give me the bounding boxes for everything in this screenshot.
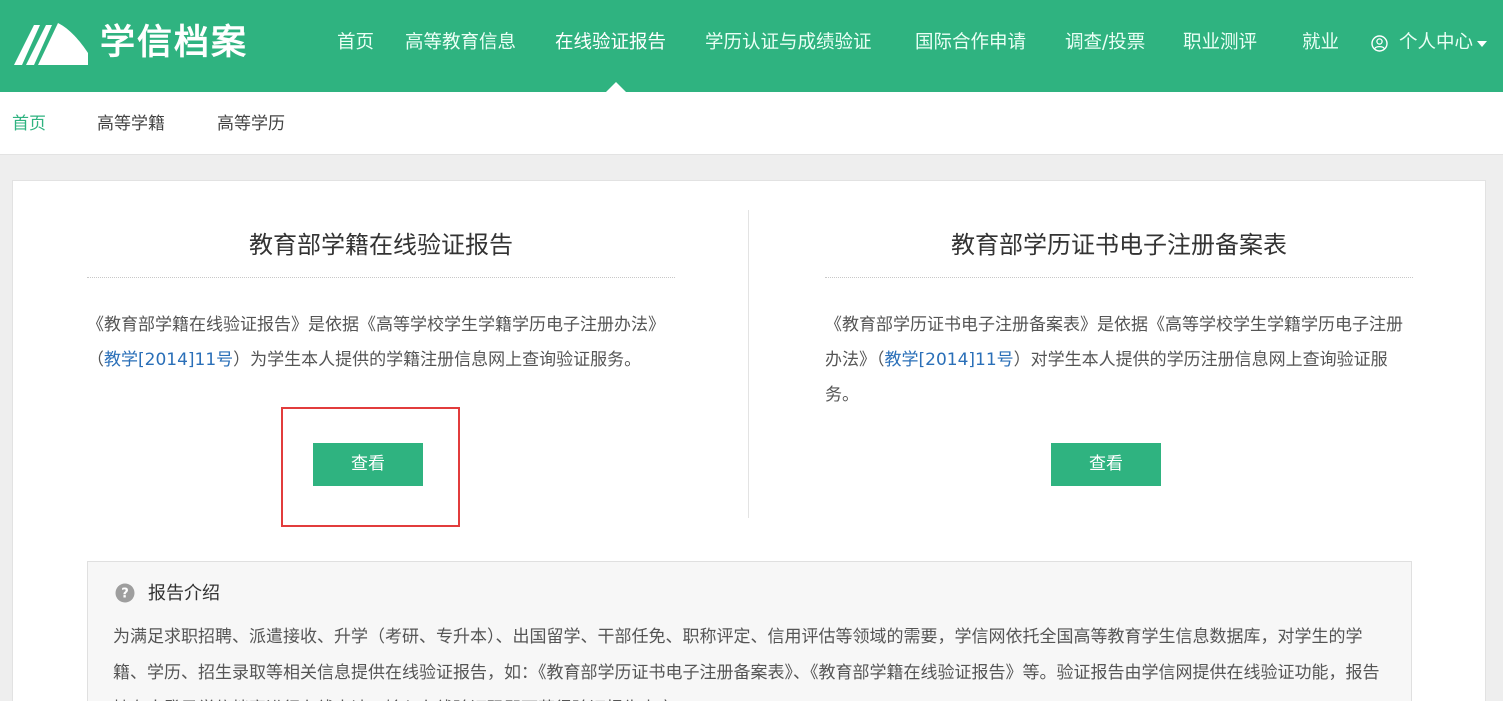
nav-item-home[interactable]: 首页 [337, 30, 374, 56]
nav-item-degree-certification[interactable]: 学历认证与成绩验证 [705, 30, 872, 56]
logo-icon [14, 23, 88, 65]
highlight-box [281, 407, 460, 527]
nav-item-online-verification[interactable]: 在线验证报告 [555, 30, 666, 56]
nav-item-career-test[interactable]: 职业测评 [1183, 30, 1257, 56]
regulation-link[interactable]: 教学[2014]11号 [104, 350, 233, 370]
desc-text: ）为学生本人提供的学籍注册信息网上查询验证服务。 [233, 350, 642, 370]
user-circle-icon [1371, 35, 1388, 52]
regulation-link[interactable]: 教学[2014]11号 [885, 350, 1014, 370]
panel-title-student-status-report: 教育部学籍在线验证报告 [249, 231, 513, 259]
logo[interactable]: 学信档案 [12, 18, 248, 68]
view-degree-registration-button[interactable]: 查看 [1051, 443, 1161, 486]
intro-body: 为满足求职招聘、派遣接收、升学（考研、专升本）、出国留学、干部任免、职称评定、信… [113, 627, 1380, 701]
subnav-item-home[interactable]: 首页 [12, 112, 46, 136]
sub-nav: 首页 高等学籍 高等学历 [0, 92, 1503, 155]
logo-text: 学信档案 [100, 23, 249, 63]
intro-title: 报告介绍 [148, 583, 220, 604]
subnav-item-degree[interactable]: 高等学历 [217, 112, 285, 136]
subnav-item-student-status[interactable]: 高等学籍 [97, 112, 165, 136]
svg-text:?: ? [121, 587, 129, 602]
nav-item-international[interactable]: 国际合作申请 [915, 30, 1026, 56]
question-circle-icon: ? [115, 583, 135, 603]
user-menu[interactable]: 个人中心 [1399, 30, 1473, 56]
panel-description: 《教育部学历证书电子注册备案表》是依据《高等学校学生学籍学历电子注册办法》（教学… [825, 308, 1410, 413]
panel-title-degree-registration-form: 教育部学历证书电子注册备案表 [951, 231, 1287, 259]
nav-item-higher-education[interactable]: 高等教育信息 [405, 30, 516, 56]
nav-item-employment[interactable]: 就业 [1302, 30, 1339, 56]
title-divider [87, 277, 675, 278]
title-divider [825, 277, 1413, 278]
caret-down-icon[interactable] [1477, 41, 1487, 47]
panel-divider [748, 210, 749, 518]
panel-description: 《教育部学籍在线验证报告》是依据《高等学校学生学籍学历电子注册办法》（教学[20… [87, 308, 667, 378]
active-nav-indicator [606, 82, 626, 92]
nav-item-survey[interactable]: 调查/投票 [1065, 30, 1145, 56]
